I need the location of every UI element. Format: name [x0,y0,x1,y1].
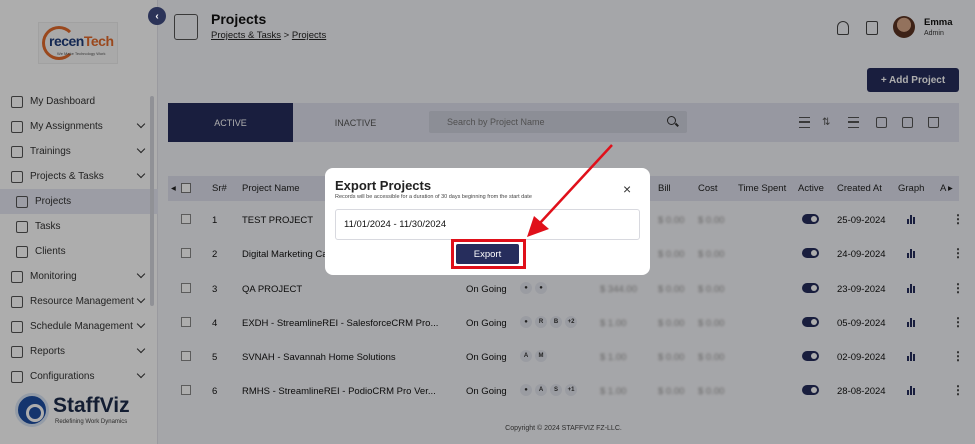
collapse-sidebar-button[interactable]: ‹ [148,7,166,25]
arrow-head [527,216,549,237]
annotation-arrow [527,144,613,237]
arrow-shaft [539,144,613,224]
